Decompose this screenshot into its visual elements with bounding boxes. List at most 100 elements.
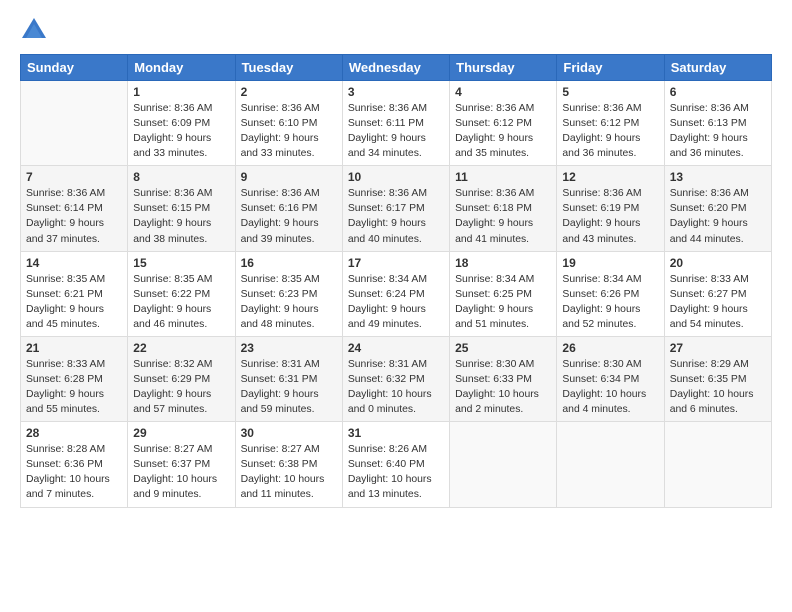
calendar-cell	[21, 81, 128, 166]
day-info: Sunrise: 8:36 AM Sunset: 6:15 PM Dayligh…	[133, 186, 229, 246]
day-number: 8	[133, 170, 229, 184]
day-number: 19	[562, 256, 658, 270]
day-number: 13	[670, 170, 766, 184]
calendar-cell: 6 Sunrise: 8:36 AM Sunset: 6:13 PM Daylig…	[664, 81, 771, 166]
calendar-cell: 19 Sunrise: 8:34 AM Sunset: 6:26 PM Dayli…	[557, 251, 664, 336]
day-number: 23	[241, 341, 337, 355]
day-info: Sunrise: 8:36 AM Sunset: 6:18 PM Dayligh…	[455, 186, 551, 246]
day-info: Sunrise: 8:34 AM Sunset: 6:24 PM Dayligh…	[348, 272, 444, 332]
day-number: 20	[670, 256, 766, 270]
day-info: Sunrise: 8:36 AM Sunset: 6:20 PM Dayligh…	[670, 186, 766, 246]
calendar-cell: 8 Sunrise: 8:36 AM Sunset: 6:15 PM Daylig…	[128, 166, 235, 251]
day-info: Sunrise: 8:34 AM Sunset: 6:26 PM Dayligh…	[562, 272, 658, 332]
day-info: Sunrise: 8:36 AM Sunset: 6:12 PM Dayligh…	[455, 101, 551, 161]
day-info: Sunrise: 8:36 AM Sunset: 6:14 PM Dayligh…	[26, 186, 122, 246]
day-number: 14	[26, 256, 122, 270]
day-info: Sunrise: 8:36 AM Sunset: 6:10 PM Dayligh…	[241, 101, 337, 161]
calendar-cell: 11 Sunrise: 8:36 AM Sunset: 6:18 PM Dayli…	[450, 166, 557, 251]
day-info: Sunrise: 8:34 AM Sunset: 6:25 PM Dayligh…	[455, 272, 551, 332]
calendar-cell: 15Sunrise: 8:35 AM Sunset: 6:22 PM Dayli…	[128, 251, 235, 336]
calendar-cell: 25Sunrise: 8:30 AM Sunset: 6:33 PM Dayli…	[450, 336, 557, 421]
weekday-header-thursday: Thursday	[450, 55, 557, 81]
day-info: Sunrise: 8:33 AM Sunset: 6:28 PM Dayligh…	[26, 357, 122, 417]
weekday-header-saturday: Saturday	[664, 55, 771, 81]
page: SundayMondayTuesdayWednesdayThursdayFrid…	[0, 0, 792, 518]
day-number: 31	[348, 426, 444, 440]
day-info: Sunrise: 8:26 AM Sunset: 6:40 PM Dayligh…	[348, 442, 444, 502]
calendar-cell: 23 Sunrise: 8:31 AM Sunset: 6:31 PM Dayli…	[235, 336, 342, 421]
logo-icon	[20, 16, 48, 44]
calendar-cell: 5 Sunrise: 8:36 AM Sunset: 6:12 PM Daylig…	[557, 81, 664, 166]
calendar-cell: 24 Sunrise: 8:31 AM Sunset: 6:32 PM Dayli…	[342, 336, 449, 421]
calendar-cell: 14Sunrise: 8:35 AM Sunset: 6:21 PM Dayli…	[21, 251, 128, 336]
day-info: Sunrise: 8:30 AM Sunset: 6:33 PM Dayligh…	[455, 357, 551, 417]
day-info: Sunrise: 8:36 AM Sunset: 6:11 PM Dayligh…	[348, 101, 444, 161]
calendar-cell: 18Sunrise: 8:34 AM Sunset: 6:25 PM Dayli…	[450, 251, 557, 336]
day-info: Sunrise: 8:36 AM Sunset: 6:12 PM Dayligh…	[562, 101, 658, 161]
weekday-header-wednesday: Wednesday	[342, 55, 449, 81]
day-number: 4	[455, 85, 551, 99]
calendar-cell: 17 Sunrise: 8:34 AM Sunset: 6:24 PM Dayli…	[342, 251, 449, 336]
calendar-table: SundayMondayTuesdayWednesdayThursdayFrid…	[20, 54, 772, 508]
day-info: Sunrise: 8:36 AM Sunset: 6:19 PM Dayligh…	[562, 186, 658, 246]
day-info: Sunrise: 8:33 AM Sunset: 6:27 PM Dayligh…	[670, 272, 766, 332]
day-number: 16	[241, 256, 337, 270]
weekday-header-sunday: Sunday	[21, 55, 128, 81]
weekday-header-friday: Friday	[557, 55, 664, 81]
calendar-cell: 21 Sunrise: 8:33 AM Sunset: 6:28 PM Dayli…	[21, 336, 128, 421]
day-number: 11	[455, 170, 551, 184]
day-number: 7	[26, 170, 122, 184]
day-info: Sunrise: 8:28 AM Sunset: 6:36 PM Dayligh…	[26, 442, 122, 502]
day-number: 29	[133, 426, 229, 440]
day-number: 24	[348, 341, 444, 355]
day-number: 12	[562, 170, 658, 184]
calendar-cell	[557, 422, 664, 507]
week-row-3: 21 Sunrise: 8:33 AM Sunset: 6:28 PM Dayli…	[21, 336, 772, 421]
calendar-cell	[450, 422, 557, 507]
week-row-4: 28 Sunrise: 8:28 AM Sunset: 6:36 PM Dayli…	[21, 422, 772, 507]
day-number: 10	[348, 170, 444, 184]
calendar-cell: 1Sunrise: 8:36 AM Sunset: 6:09 PM Daylig…	[128, 81, 235, 166]
day-number: 28	[26, 426, 122, 440]
day-number: 17	[348, 256, 444, 270]
day-info: Sunrise: 8:36 AM Sunset: 6:16 PM Dayligh…	[241, 186, 337, 246]
calendar-cell: 3 Sunrise: 8:36 AM Sunset: 6:11 PM Daylig…	[342, 81, 449, 166]
calendar-cell: 7 Sunrise: 8:36 AM Sunset: 6:14 PM Daylig…	[21, 166, 128, 251]
week-row-0: 1Sunrise: 8:36 AM Sunset: 6:09 PM Daylig…	[21, 81, 772, 166]
calendar-cell: 20 Sunrise: 8:33 AM Sunset: 6:27 PM Dayli…	[664, 251, 771, 336]
day-info: Sunrise: 8:31 AM Sunset: 6:32 PM Dayligh…	[348, 357, 444, 417]
day-number: 21	[26, 341, 122, 355]
calendar-cell: 16 Sunrise: 8:35 AM Sunset: 6:23 PM Dayli…	[235, 251, 342, 336]
calendar-cell: 10 Sunrise: 8:36 AM Sunset: 6:17 PM Dayli…	[342, 166, 449, 251]
day-info: Sunrise: 8:35 AM Sunset: 6:23 PM Dayligh…	[241, 272, 337, 332]
calendar-cell: 29 Sunrise: 8:27 AM Sunset: 6:37 PM Dayli…	[128, 422, 235, 507]
day-number: 22	[133, 341, 229, 355]
day-info: Sunrise: 8:27 AM Sunset: 6:37 PM Dayligh…	[133, 442, 229, 502]
calendar-cell: 22 Sunrise: 8:32 AM Sunset: 6:29 PM Dayli…	[128, 336, 235, 421]
weekday-header-row: SundayMondayTuesdayWednesdayThursdayFrid…	[21, 55, 772, 81]
calendar-cell: 2Sunrise: 8:36 AM Sunset: 6:10 PM Daylig…	[235, 81, 342, 166]
calendar-cell: 9Sunrise: 8:36 AM Sunset: 6:16 PM Daylig…	[235, 166, 342, 251]
calendar-cell: 27 Sunrise: 8:29 AM Sunset: 6:35 PM Dayli…	[664, 336, 771, 421]
calendar-cell: 4 Sunrise: 8:36 AM Sunset: 6:12 PM Daylig…	[450, 81, 557, 166]
calendar-cell: 30 Sunrise: 8:27 AM Sunset: 6:38 PM Dayli…	[235, 422, 342, 507]
day-info: Sunrise: 8:27 AM Sunset: 6:38 PM Dayligh…	[241, 442, 337, 502]
day-info: Sunrise: 8:36 AM Sunset: 6:13 PM Dayligh…	[670, 101, 766, 161]
day-number: 27	[670, 341, 766, 355]
day-info: Sunrise: 8:36 AM Sunset: 6:17 PM Dayligh…	[348, 186, 444, 246]
day-number: 5	[562, 85, 658, 99]
day-number: 6	[670, 85, 766, 99]
logo	[20, 16, 52, 44]
day-info: Sunrise: 8:29 AM Sunset: 6:35 PM Dayligh…	[670, 357, 766, 417]
day-info: Sunrise: 8:31 AM Sunset: 6:31 PM Dayligh…	[241, 357, 337, 417]
calendar-cell	[664, 422, 771, 507]
day-info: Sunrise: 8:32 AM Sunset: 6:29 PM Dayligh…	[133, 357, 229, 417]
calendar-cell: 26Sunrise: 8:30 AM Sunset: 6:34 PM Dayli…	[557, 336, 664, 421]
day-number: 30	[241, 426, 337, 440]
calendar-cell: 31 Sunrise: 8:26 AM Sunset: 6:40 PM Dayli…	[342, 422, 449, 507]
day-number: 15	[133, 256, 229, 270]
calendar-cell: 28 Sunrise: 8:28 AM Sunset: 6:36 PM Dayli…	[21, 422, 128, 507]
weekday-header-monday: Monday	[128, 55, 235, 81]
day-info: Sunrise: 8:36 AM Sunset: 6:09 PM Dayligh…	[133, 101, 229, 161]
day-number: 3	[348, 85, 444, 99]
